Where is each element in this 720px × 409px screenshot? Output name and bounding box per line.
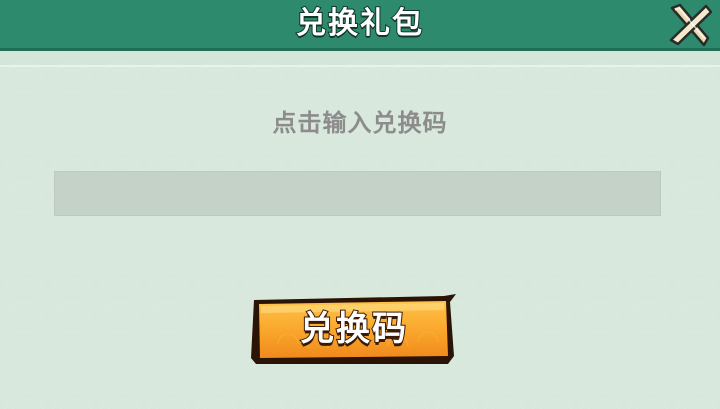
dialog-title: 兑换礼包 <box>295 5 424 42</box>
redeem-button[interactable]: 兑换码 <box>248 294 460 366</box>
redeem-gift-dialog: 兑换礼包 点击输入兑换码 兑换码 <box>0 0 720 409</box>
close-button[interactable] <box>666 2 714 48</box>
close-x-icon <box>669 3 713 47</box>
redeem-button-label: 兑换码 <box>299 308 408 350</box>
dialog-header: 兑换礼包 <box>0 0 720 51</box>
redeem-code-input[interactable] <box>54 171 661 216</box>
input-prompt-label: 点击输入兑换码 <box>272 109 448 137</box>
